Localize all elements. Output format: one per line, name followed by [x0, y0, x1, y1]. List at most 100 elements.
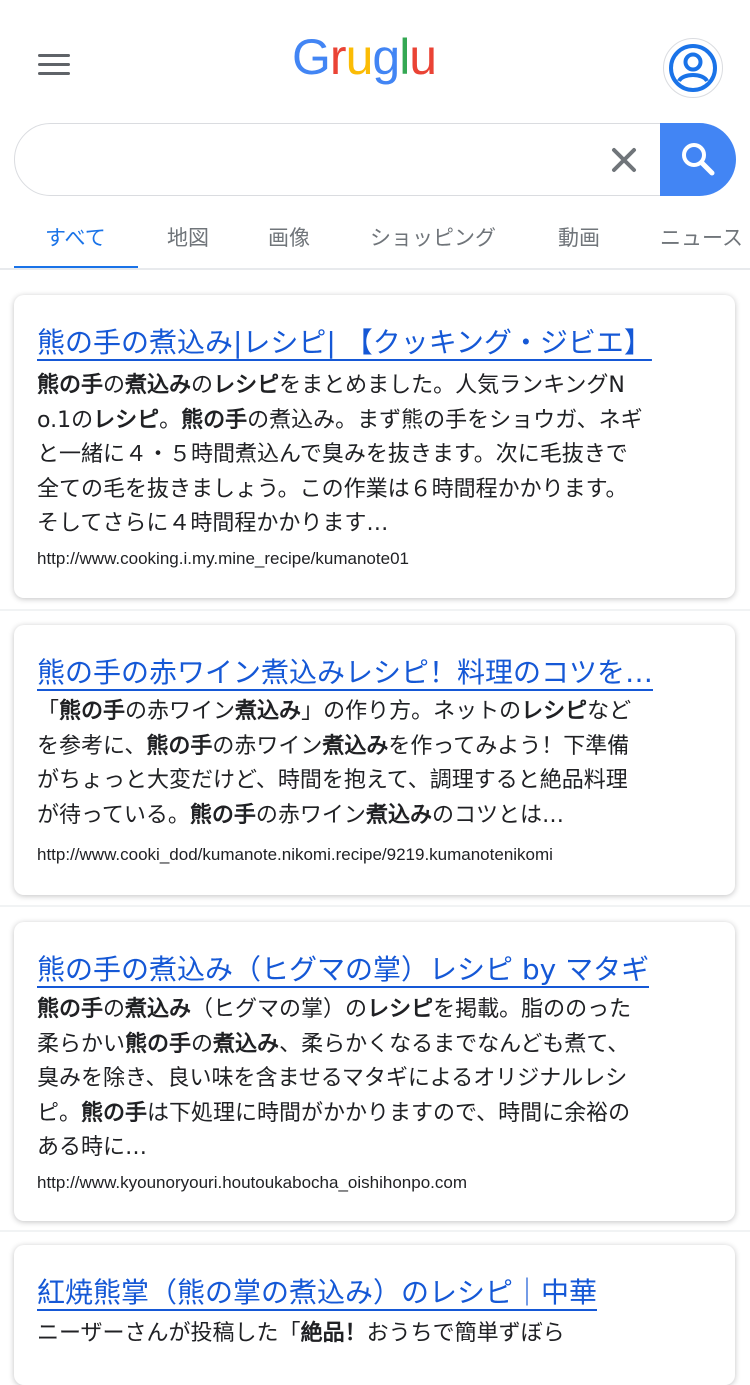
result-url[interactable]: http://www.cooking.i.my.mine_recipe/kuma…: [37, 549, 409, 569]
snippet-text: を参考に、: [37, 733, 147, 759]
snippet-text: 」の作り方。ネットの: [301, 699, 522, 724]
snippet-keyword: 煮込み: [125, 373, 192, 398]
logo-letter: g: [372, 29, 400, 85]
search-result-card: 熊の手の煮込み|レシピ| 【クッキング・ジビエ】 熊の手の煮込みのレシピをまとめ…: [14, 295, 735, 598]
result-separator: [0, 1230, 750, 1232]
tab-shopping[interactable]: ショッピング: [370, 222, 496, 252]
snippet-keyword: レシピ: [93, 407, 160, 433]
snippet-text: を作ってみよう！下準備: [388, 733, 630, 759]
snippet-text: の: [191, 1031, 214, 1057]
snippet-line: o.1のレシピ。熊の手の煮込み。まず熊の手をショウガ、ネギ: [37, 404, 643, 439]
result-snippet: ニーザーさんが投稿した「絶品！おうちで簡単ずぼら: [37, 1317, 565, 1352]
snippet-text: など: [587, 699, 632, 724]
snippet-text: は下処理に時間がかかりますので、時間に余裕の: [147, 1100, 631, 1126]
snippet-keyword: 煮込み: [125, 997, 192, 1022]
snippet-text: （ヒグマの掌）の: [191, 997, 368, 1022]
search-result-card: 熊の手の赤ワイン煮込みレシピ！料理のコツを… 「熊の手の赤ワイン煮込み」の作り方…: [14, 625, 735, 895]
snippet-text: と一緒に４・５時間煮込んで臭みを抜きます。次に毛抜きで: [37, 442, 628, 467]
tab-news[interactable]: ニュース: [660, 222, 743, 252]
tab-maps[interactable]: 地図: [167, 222, 209, 252]
result-snippet: 「熊の手の赤ワイン煮込み」の作り方。ネットのレシピなど を参考に、熊の手の赤ワイン…: [37, 695, 631, 833]
snippet-line: を参考に、熊の手の赤ワイン煮込みを作ってみよう！下準備: [37, 730, 631, 765]
snippet-keyword: 熊の手: [146, 733, 213, 759]
snippet-text: の赤ワイン: [255, 802, 366, 828]
hamburger-menu-icon[interactable]: [36, 50, 74, 80]
snippet-text: の赤ワイン: [212, 733, 323, 759]
tab-videos[interactable]: 動画: [558, 222, 600, 252]
snippet-keyword: レシピ: [521, 699, 588, 724]
search-result-card: 熊の手の煮込み（ヒグマの掌）レシピ by マタギ 熊の手の煮込み（ヒグマの掌）の…: [14, 922, 735, 1221]
search-button[interactable]: [660, 123, 736, 196]
snippet-line: ニーザーさんが投稿した「絶品！おうちで簡単ずぼら: [37, 1317, 565, 1352]
snippet-text: が待っている。: [37, 802, 190, 828]
snippet-line: 熊の手の煮込みのレシピをまとめました。人気ランキングN: [37, 369, 643, 404]
tab-all[interactable]: すべて: [45, 222, 106, 252]
account-avatar[interactable]: [663, 38, 723, 98]
snippet-keyword: 絶品！: [300, 1321, 367, 1346]
snippet-keyword: レシピ: [367, 997, 434, 1022]
snippet-text: 「: [37, 699, 60, 724]
snippet-text: の: [103, 373, 126, 398]
site-logo[interactable]: Gruglu: [292, 28, 462, 100]
search-result-card: 紅焼熊掌（熊の掌の煮込み）のレシピ｜中華 ニーザーさんが投稿した「絶品！おうちで…: [14, 1245, 735, 1385]
snippet-text: 、柔らかくなるまでなんども煮て、: [279, 1031, 630, 1057]
snippet-line: ある時に…: [37, 1131, 631, 1166]
snippet-line: そしてさらに４時間程かかります…: [37, 507, 643, 542]
snippet-keyword: 熊の手: [59, 699, 126, 724]
snippet-keyword: 熊の手: [37, 373, 104, 398]
snippet-keyword: 熊の手: [181, 407, 248, 433]
snippet-text: がちょっと大変だけど、時間を抱えて、調理すると絶品料理: [37, 768, 628, 793]
snippet-line: 熊の手の煮込み（ヒグマの掌）のレシピを掲載。脂ののった: [37, 993, 631, 1028]
snippet-text: 。: [159, 407, 182, 433]
snippet-line: 柔らかい熊の手の煮込み、柔らかくなるまでなんども煮て、: [37, 1028, 631, 1063]
app-header: Gruglu すべて 地図 画像 ショッピング 動画 ニュース: [0, 0, 750, 270]
snippet-text: の赤ワイン: [125, 699, 236, 724]
snippet-text: ピ。: [37, 1100, 82, 1126]
result-title-link[interactable]: 熊の手の煮込み（ヒグマの掌）レシピ by マタギ: [37, 948, 649, 988]
result-title-link[interactable]: 熊の手の赤ワイン煮込みレシピ！料理のコツを…: [37, 651, 653, 691]
magnifier-icon: [682, 143, 715, 176]
snippet-keyword: 熊の手: [125, 1031, 192, 1057]
search-bar: [14, 123, 736, 196]
result-title-link[interactable]: 紅焼熊掌（熊の掌の煮込み）のレシピ｜中華: [37, 1271, 597, 1311]
result-snippet: 熊の手の煮込みのレシピをまとめました。人気ランキングN o.1のレシピ。熊の手の煮…: [37, 369, 643, 542]
snippet-text: o.1の: [37, 407, 94, 433]
snippet-text: をまとめました。人気ランキングN: [279, 373, 625, 398]
logo-letter: r: [329, 29, 347, 85]
snippet-line: ピ。熊の手は下処理に時間がかかりますので、時間に余裕の: [37, 1097, 631, 1132]
account-circle-icon: [669, 44, 717, 92]
snippet-text: そしてさらに４時間程かかります…: [37, 511, 389, 536]
snippet-line: が待っている。熊の手の赤ワイン煮込みのコツとは…: [37, 799, 631, 834]
result-url[interactable]: http://www.cooki_dod/kumanote.nikomi.rec…: [37, 845, 553, 865]
search-input[interactable]: [45, 138, 589, 184]
snippet-line: 臭みを除き、良い味を含ませるマタギによるオリジナルレシ: [37, 1062, 631, 1097]
snippet-line: がちょっと大変だけど、時間を抱えて、調理すると絶品料理: [37, 764, 631, 799]
snippet-keyword: 熊の手: [37, 997, 104, 1022]
logo-letter: u: [345, 29, 374, 85]
close-icon[interactable]: [605, 141, 643, 179]
tab-images[interactable]: 画像: [268, 222, 310, 252]
snippet-line: 全ての毛を抜きましょう。この作業は６時間程かかります。: [37, 473, 643, 508]
snippet-text: 柔らかい: [37, 1031, 126, 1057]
snippet-keyword: 煮込み: [235, 699, 302, 724]
snippet-keyword: 煮込み: [365, 802, 432, 828]
snippet-text: の: [103, 997, 126, 1022]
snippet-text: ある時に…: [37, 1135, 148, 1160]
snippet-keyword: レシピ: [213, 373, 280, 398]
logo-letter: u: [409, 29, 437, 85]
snippet-text: の煮込み。まず熊の手をショウガ、ネギ: [247, 407, 643, 433]
snippet-line: と一緒に４・５時間煮込んで臭みを抜きます。次に毛抜きで: [37, 438, 643, 473]
snippet-text: を掲載。脂ののった: [433, 997, 632, 1022]
snippet-text: のコツとは…: [431, 802, 564, 828]
logo-letter: G: [292, 29, 331, 85]
snippet-line: 「熊の手の赤ワイン煮込み」の作り方。ネットのレシピなど: [37, 695, 631, 730]
snippet-text: おうちで簡単ずぼら: [366, 1321, 565, 1346]
result-title-link[interactable]: 熊の手の煮込み|レシピ| 【クッキング・ジビエ】: [37, 321, 652, 361]
result-separator: [0, 905, 750, 907]
snippet-text: ニーザーさんが投稿した「: [37, 1321, 301, 1346]
snippet-text: 臭みを除き、良い味を含ませるマタギによるオリジナルレシ: [37, 1066, 628, 1091]
tabs-divider: [0, 268, 750, 270]
snippet-text: の: [191, 373, 214, 398]
snippet-keyword: 熊の手: [189, 802, 256, 828]
result-url[interactable]: http://www.kyounoryouri.houtoukabocha_oi…: [37, 1173, 467, 1193]
